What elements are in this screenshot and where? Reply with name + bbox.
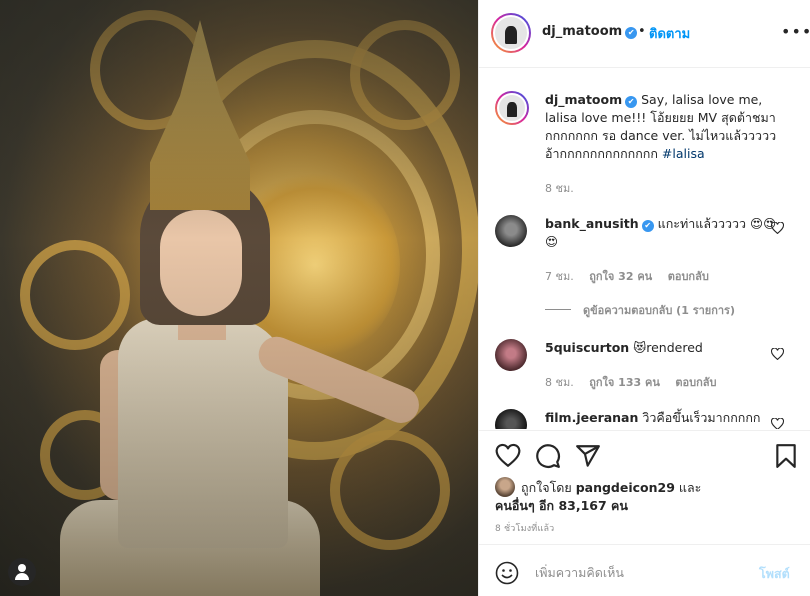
commenter-avatar[interactable] xyxy=(495,409,527,429)
verified-icon: ✔ xyxy=(625,96,638,108)
caption: dj_matoom ✔ Say, lalisa love me, lalisa l… xyxy=(495,91,795,201)
caption-meta: 8 ชม. xyxy=(545,179,586,197)
likes-prefix: ถูกใจโดย xyxy=(521,480,576,495)
post-actions: ถูกใจโดย pangdeicon29 และ คนอื่นๆ อีก 83… xyxy=(479,430,810,596)
commenter-avatar[interactable] xyxy=(495,215,527,247)
heart-icon[interactable] xyxy=(495,443,521,469)
caption-text: dj_matoom ✔ Say, lalisa love me, lalisa l… xyxy=(545,91,785,163)
author-username[interactable]: dj_matoom ✔ xyxy=(542,24,638,39)
comment-item: film.jeeranan วิวคือขึ้นเร็วมากกกกก xyxy=(495,409,795,429)
comment-like-icon[interactable] xyxy=(771,222,784,234)
replies-line xyxy=(545,309,571,310)
comment-body: 😻rendered xyxy=(629,340,703,355)
verified-icon: ✔ xyxy=(625,27,638,39)
commenter-avatar[interactable] xyxy=(495,339,527,371)
post-header: dj_matoom ✔ • ติดตาม ••• xyxy=(479,0,810,68)
caption-time[interactable]: 8 ชม. xyxy=(545,182,574,195)
photo-shade xyxy=(0,0,478,596)
tagged-users-button[interactable] xyxy=(8,558,36,586)
comment-text: film.jeeranan วิวคือขึ้นเร็วมากกกกก xyxy=(545,409,785,427)
view-replies-label: ดูข้อความตอบกลับ (1 รายการ) xyxy=(583,304,735,317)
comment-like-icon[interactable] xyxy=(771,418,784,429)
comment-likes[interactable]: ถูกใจ 32 คน xyxy=(589,270,652,283)
comment-item: 5quiscurton 😻rendered 8 ชม. ถูกใจ 133 คน… xyxy=(495,339,795,399)
bookmark-icon[interactable] xyxy=(773,443,799,469)
comment-time[interactable]: 8 ชม. xyxy=(545,376,574,389)
comment-meta: 7 ชม. ถูกใจ 32 คน ตอบกลับ xyxy=(545,267,721,285)
view-replies[interactable]: ดูข้อความตอบกลับ (1 รายการ) xyxy=(545,301,747,319)
likes-summary: ถูกใจโดย pangdeicon29 และ คนอื่นๆ อีก 83… xyxy=(495,477,795,515)
add-comment-bar: โพสต์ xyxy=(479,544,810,596)
author-avatar[interactable] xyxy=(491,13,531,53)
comment-text: 5quiscurton 😻rendered xyxy=(545,339,785,357)
post-comment-button[interactable]: โพสต์ xyxy=(759,564,790,584)
comment-time[interactable]: 7 ชม. xyxy=(545,270,574,283)
caption-avatar[interactable] xyxy=(495,91,529,125)
post-time[interactable]: 8 ชั่วโมงที่แล้ว xyxy=(495,521,554,535)
follow-button[interactable]: ติดตาม xyxy=(649,23,690,44)
liker-avatar[interactable] xyxy=(495,477,515,497)
comment-username[interactable]: film.jeeranan xyxy=(545,410,638,425)
comment-username[interactable]: 5quiscurton xyxy=(545,340,629,355)
hashtag-link[interactable]: #lalisa xyxy=(662,146,705,161)
likes-middle: และ xyxy=(674,480,702,495)
post-side-panel: dj_matoom ✔ • ติดตาม ••• dj_matoom ✔ Say, … xyxy=(478,0,810,596)
more-options-icon[interactable]: ••• xyxy=(781,22,810,41)
likes-others-link[interactable]: คนอื่นๆ อีก 83,167 คน xyxy=(495,498,628,513)
comment-input[interactable] xyxy=(535,560,735,584)
comment-like-icon[interactable] xyxy=(771,348,784,360)
separator-dot: • xyxy=(638,24,646,39)
caption-username[interactable]: dj_matoom ✔ xyxy=(545,92,638,108)
comment-text: bank_anusith ✔ แกะท่าแล้ววววว 😍😍😍 xyxy=(545,215,785,251)
comment-icon[interactable] xyxy=(535,443,561,469)
post-photo[interactable] xyxy=(0,0,478,596)
comment-item: bank_anusith ✔ แกะท่าแล้ววววว 😍😍😍 7 ชม. ถ… xyxy=(495,215,795,325)
verified-icon: ✔ xyxy=(641,220,654,232)
reply-button[interactable]: ตอบกลับ xyxy=(675,376,716,389)
liker-username[interactable]: pangdeicon29 xyxy=(576,480,675,495)
smile-icon[interactable] xyxy=(495,561,519,585)
comment-likes[interactable]: ถูกใจ 133 คน xyxy=(589,376,660,389)
comments-list[interactable]: dj_matoom ✔ Say, lalisa love me, lalisa l… xyxy=(479,69,810,429)
comment-meta: 8 ชม. ถูกใจ 133 คน ตอบกลับ xyxy=(545,373,728,391)
comment-username[interactable]: bank_anusith ✔ xyxy=(545,216,654,232)
comment-body: วิวคือขึ้นเร็วมากกกกก xyxy=(638,410,761,425)
share-icon[interactable] xyxy=(575,443,601,469)
reply-button[interactable]: ตอบกลับ xyxy=(668,270,709,283)
